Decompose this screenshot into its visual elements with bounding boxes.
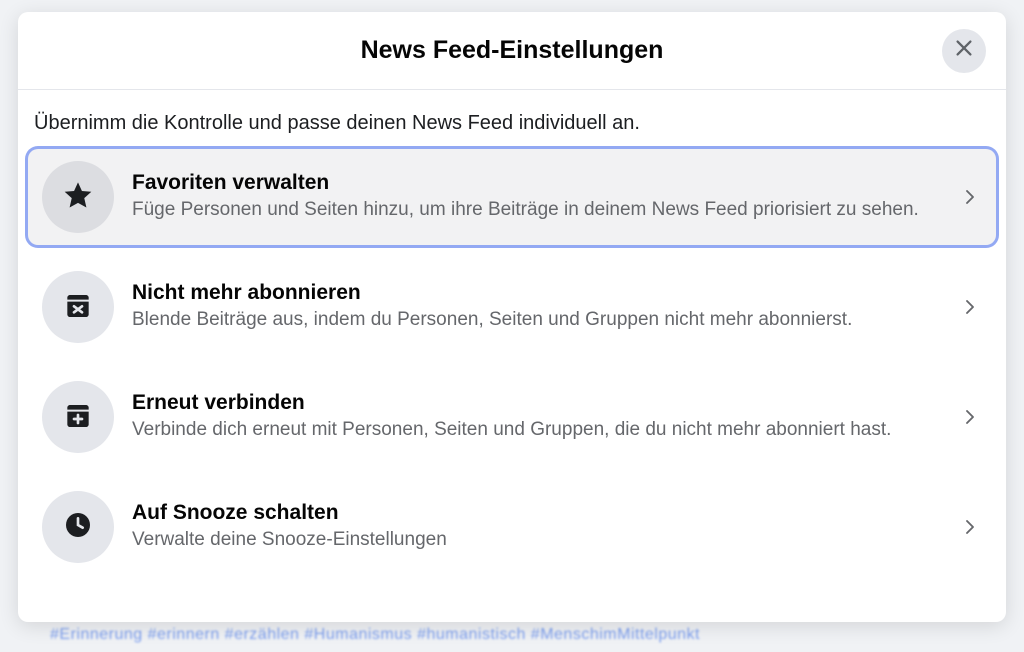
option-nicht-mehr-abonnieren[interactable]: Nicht mehr abonnieren Blende Beiträge au…: [28, 259, 996, 355]
option-icon-wrapper: [42, 271, 114, 343]
backdrop-hashtags: #Erinnerung #erinnern #erzählen #Humanis…: [50, 626, 700, 644]
option-desc: Verbinde dich erneut mit Personen, Seite…: [132, 417, 940, 443]
star-icon: [62, 179, 94, 216]
modal-title: News Feed-Einstellungen: [361, 36, 664, 65]
option-title: Erneut verbinden: [132, 391, 940, 415]
option-icon-wrapper: [42, 381, 114, 453]
option-title: Favoriten verwalten: [132, 171, 940, 195]
option-auf-snooze-schalten[interactable]: Auf Snooze schalten Verwalte deine Snooz…: [28, 479, 996, 575]
clock-icon: [62, 509, 94, 546]
option-desc: Verwalte deine Snooze-Einstellungen: [132, 527, 940, 553]
options-list: Favoriten verwalten Füge Personen und Se…: [28, 149, 996, 575]
chevron-right-icon: [958, 515, 982, 539]
option-favoriten-verwalten[interactable]: Favoriten verwalten Füge Personen und Se…: [28, 149, 996, 245]
option-title: Auf Snooze schalten: [132, 501, 940, 525]
reconnect-box-icon: [62, 399, 94, 436]
option-text: Favoriten verwalten Füge Personen und Se…: [132, 171, 940, 223]
close-icon: [953, 37, 975, 64]
intro-text: Übernimm die Kontrolle und passe deinen …: [28, 108, 996, 149]
option-erneut-verbinden[interactable]: Erneut verbinden Verbinde dich erneut mi…: [28, 369, 996, 465]
option-icon-wrapper: [42, 491, 114, 563]
unfollow-box-icon: [62, 289, 94, 326]
option-text: Erneut verbinden Verbinde dich erneut mi…: [132, 391, 940, 443]
option-text: Nicht mehr abonnieren Blende Beiträge au…: [132, 281, 940, 333]
option-desc: Füge Personen und Seiten hinzu, um ihre …: [132, 197, 940, 223]
news-feed-settings-modal: News Feed-Einstellungen Übernimm die Kon…: [18, 12, 1006, 622]
option-title: Nicht mehr abonnieren: [132, 281, 940, 305]
chevron-right-icon: [958, 295, 982, 319]
modal-header: News Feed-Einstellungen: [18, 12, 1006, 90]
option-desc: Blende Beiträge aus, indem du Personen, …: [132, 307, 940, 333]
option-icon-wrapper: [42, 161, 114, 233]
close-button[interactable]: [942, 29, 986, 73]
chevron-right-icon: [958, 185, 982, 209]
option-text: Auf Snooze schalten Verwalte deine Snooz…: [132, 501, 940, 553]
chevron-right-icon: [958, 405, 982, 429]
modal-body: Übernimm die Kontrolle und passe deinen …: [18, 90, 1006, 622]
